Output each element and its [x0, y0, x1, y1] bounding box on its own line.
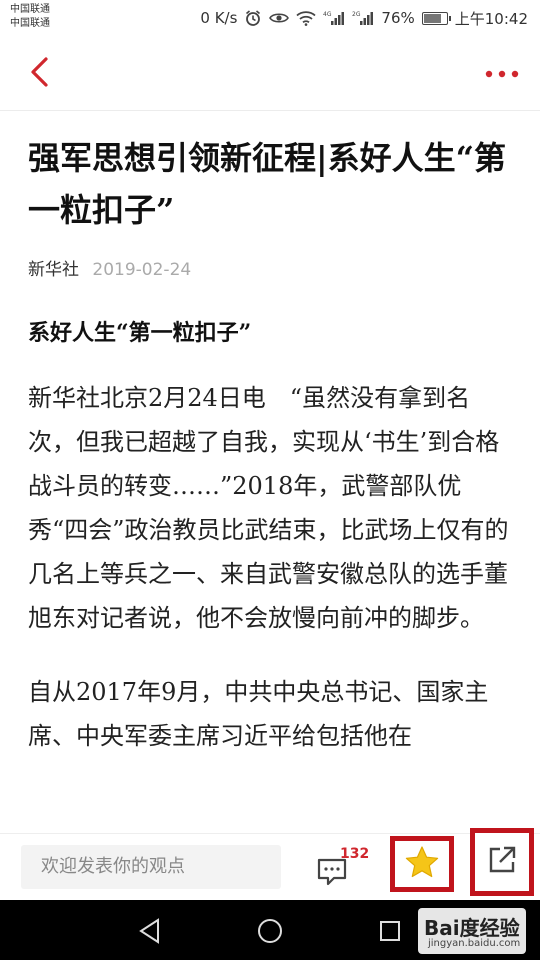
comment-input[interactable]: 欢迎发表你的观点	[21, 845, 281, 889]
article-meta: 新华社 2019-02-24	[28, 258, 516, 282]
article-date: 2019-02-24	[92, 260, 192, 280]
article-paragraph: 自从2017年9月，中共中央总书记、国家主席、中央军委主席习近平给包括他在	[28, 678, 489, 750]
star-icon	[404, 845, 440, 883]
carrier-label-2: 中国联通	[10, 18, 50, 29]
baidu-jingyan-watermark: Bai度经验 jingyan.baidu.com	[418, 908, 526, 954]
system-back-icon[interactable]	[138, 918, 162, 948]
favorite-button[interactable]	[390, 836, 454, 892]
status-bar: 中国联通 中国联通 0 K/s 4G 2G 76% 上午10:42	[0, 0, 540, 36]
article-source: 新华社	[28, 260, 79, 280]
more-options-button[interactable]	[484, 60, 520, 84]
back-button[interactable]	[28, 54, 58, 94]
share-button[interactable]	[470, 828, 534, 896]
more-dots-icon	[485, 63, 519, 82]
watermark-main: Bai度经验	[424, 916, 520, 940]
eye-icon	[269, 11, 290, 25]
chevron-left-icon	[28, 56, 50, 92]
system-navigation-bar: Bai度经验 jingyan.baidu.com	[0, 900, 540, 960]
article-subheading: 系好人生“第一粒扣子”	[28, 320, 252, 346]
system-home-icon[interactable]	[256, 917, 284, 949]
comment-count-badge: 132	[340, 846, 370, 862]
comment-icon	[316, 858, 348, 890]
article-content: 强军思想引领新征程|系好人生“第一粒扣子” 新华社 2019-02-24 系好人…	[28, 110, 516, 833]
battery-icon	[421, 11, 451, 25]
bottom-toolbar: 欢迎发表你的观点 132	[0, 828, 540, 901]
network-speed: 0 K/s	[200, 9, 238, 27]
carrier-label-1: 中国联通	[10, 4, 50, 15]
status-indicators: 0 K/s 4G 2G 76% 上午10:42	[200, 8, 528, 28]
alarm-icon	[244, 9, 262, 27]
share-icon	[487, 845, 517, 879]
battery-percent: 76%	[381, 9, 415, 27]
comment-placeholder: 欢迎发表你的观点	[41, 856, 185, 877]
watermark-url: jingyan.baidu.com	[428, 938, 521, 949]
wifi-icon	[296, 10, 317, 26]
article-title: 强军思想引领新征程|系好人生“第一粒扣子”	[28, 139, 507, 229]
comments-button[interactable]: 132	[316, 846, 376, 890]
signal-2g-icon: 2G	[352, 10, 374, 26]
svg-text:4G: 4G	[323, 11, 332, 18]
svg-text:2G: 2G	[352, 11, 361, 18]
app-header	[0, 36, 540, 111]
clock: 上午10:42	[454, 9, 528, 28]
carrier-info: 中国联通 中国联通	[10, 3, 50, 31]
article-paragraph: 新华社北京2月24日电 “虽然没有拿到名次，但我已超越了自我，实现从‘书生’到合…	[28, 384, 509, 632]
system-recents-icon[interactable]	[379, 920, 401, 946]
signal-4g-icon: 4G	[323, 10, 345, 26]
